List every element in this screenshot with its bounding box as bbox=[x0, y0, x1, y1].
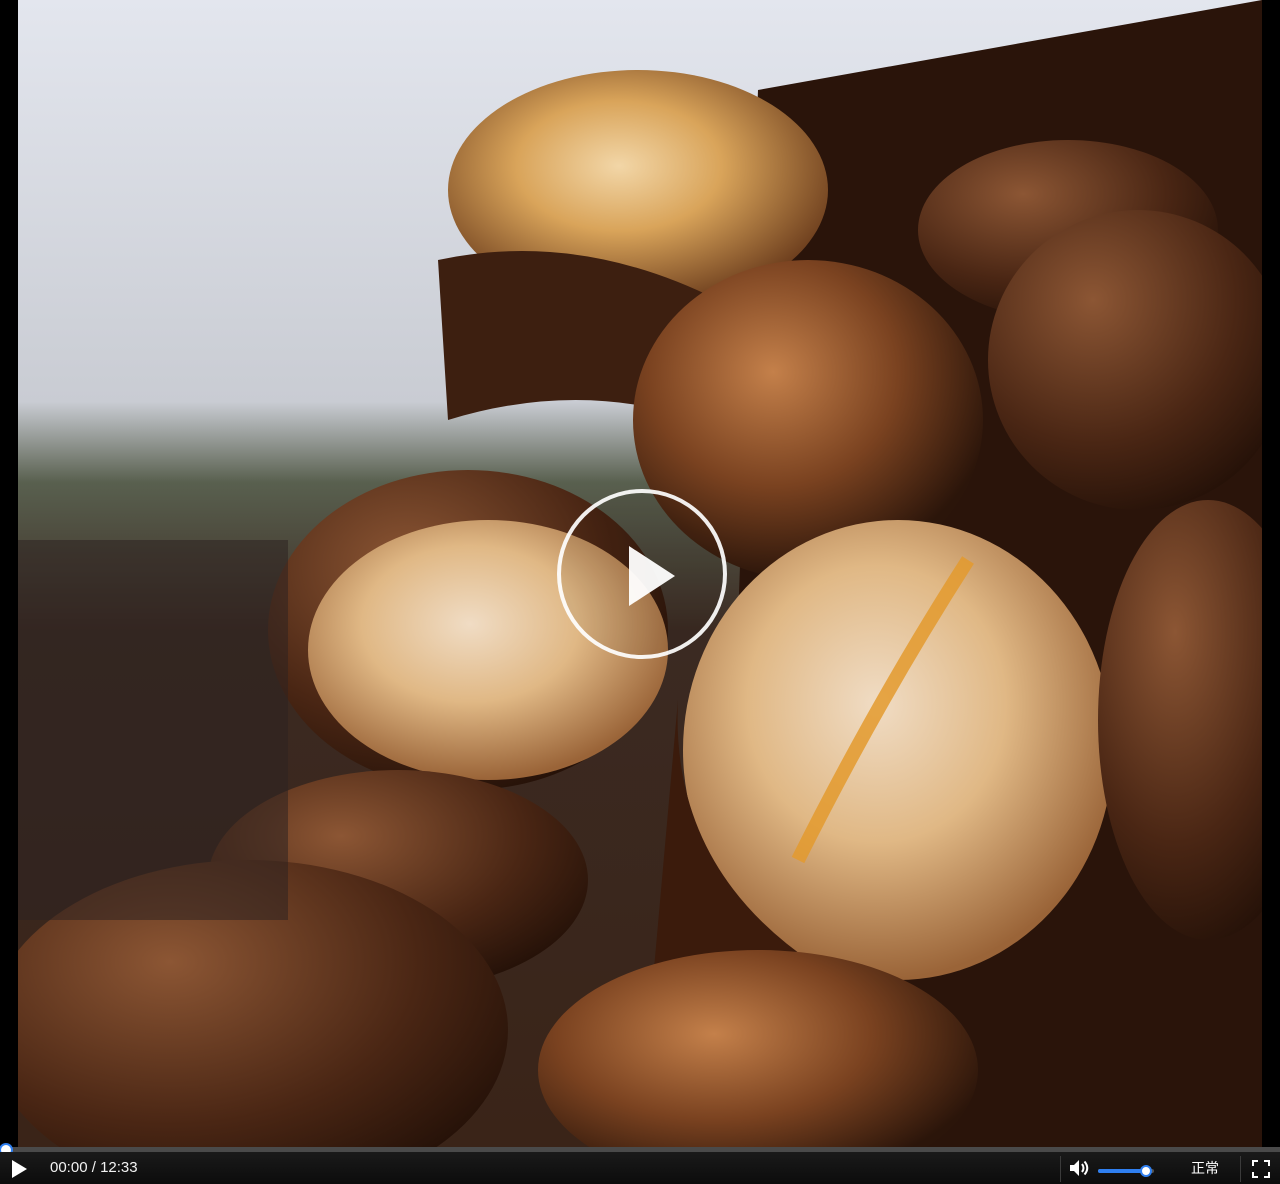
playback-rate-button[interactable]: 正常 bbox=[1180, 1152, 1230, 1184]
play-circle-icon bbox=[629, 546, 675, 606]
play-icon bbox=[12, 1160, 27, 1178]
time-display: 00:00 / 12:33 bbox=[50, 1152, 138, 1184]
duration: 12:33 bbox=[100, 1159, 138, 1176]
divider bbox=[1060, 1156, 1061, 1182]
divider bbox=[1240, 1156, 1241, 1182]
current-time: 00:00 bbox=[50, 1159, 88, 1176]
volume-handle[interactable] bbox=[1139, 1165, 1152, 1177]
video-player: 00:00 / 12:33 正常 bbox=[0, 0, 1280, 1184]
time-separator: / bbox=[87, 1159, 101, 1176]
volume-slider[interactable] bbox=[1098, 1165, 1154, 1177]
big-play-button[interactable] bbox=[557, 489, 727, 659]
play-button[interactable] bbox=[8, 1158, 30, 1180]
volume-icon[interactable] bbox=[1069, 1158, 1091, 1178]
volume-fill bbox=[1098, 1169, 1146, 1173]
fullscreen-icon[interactable] bbox=[1252, 1160, 1270, 1178]
